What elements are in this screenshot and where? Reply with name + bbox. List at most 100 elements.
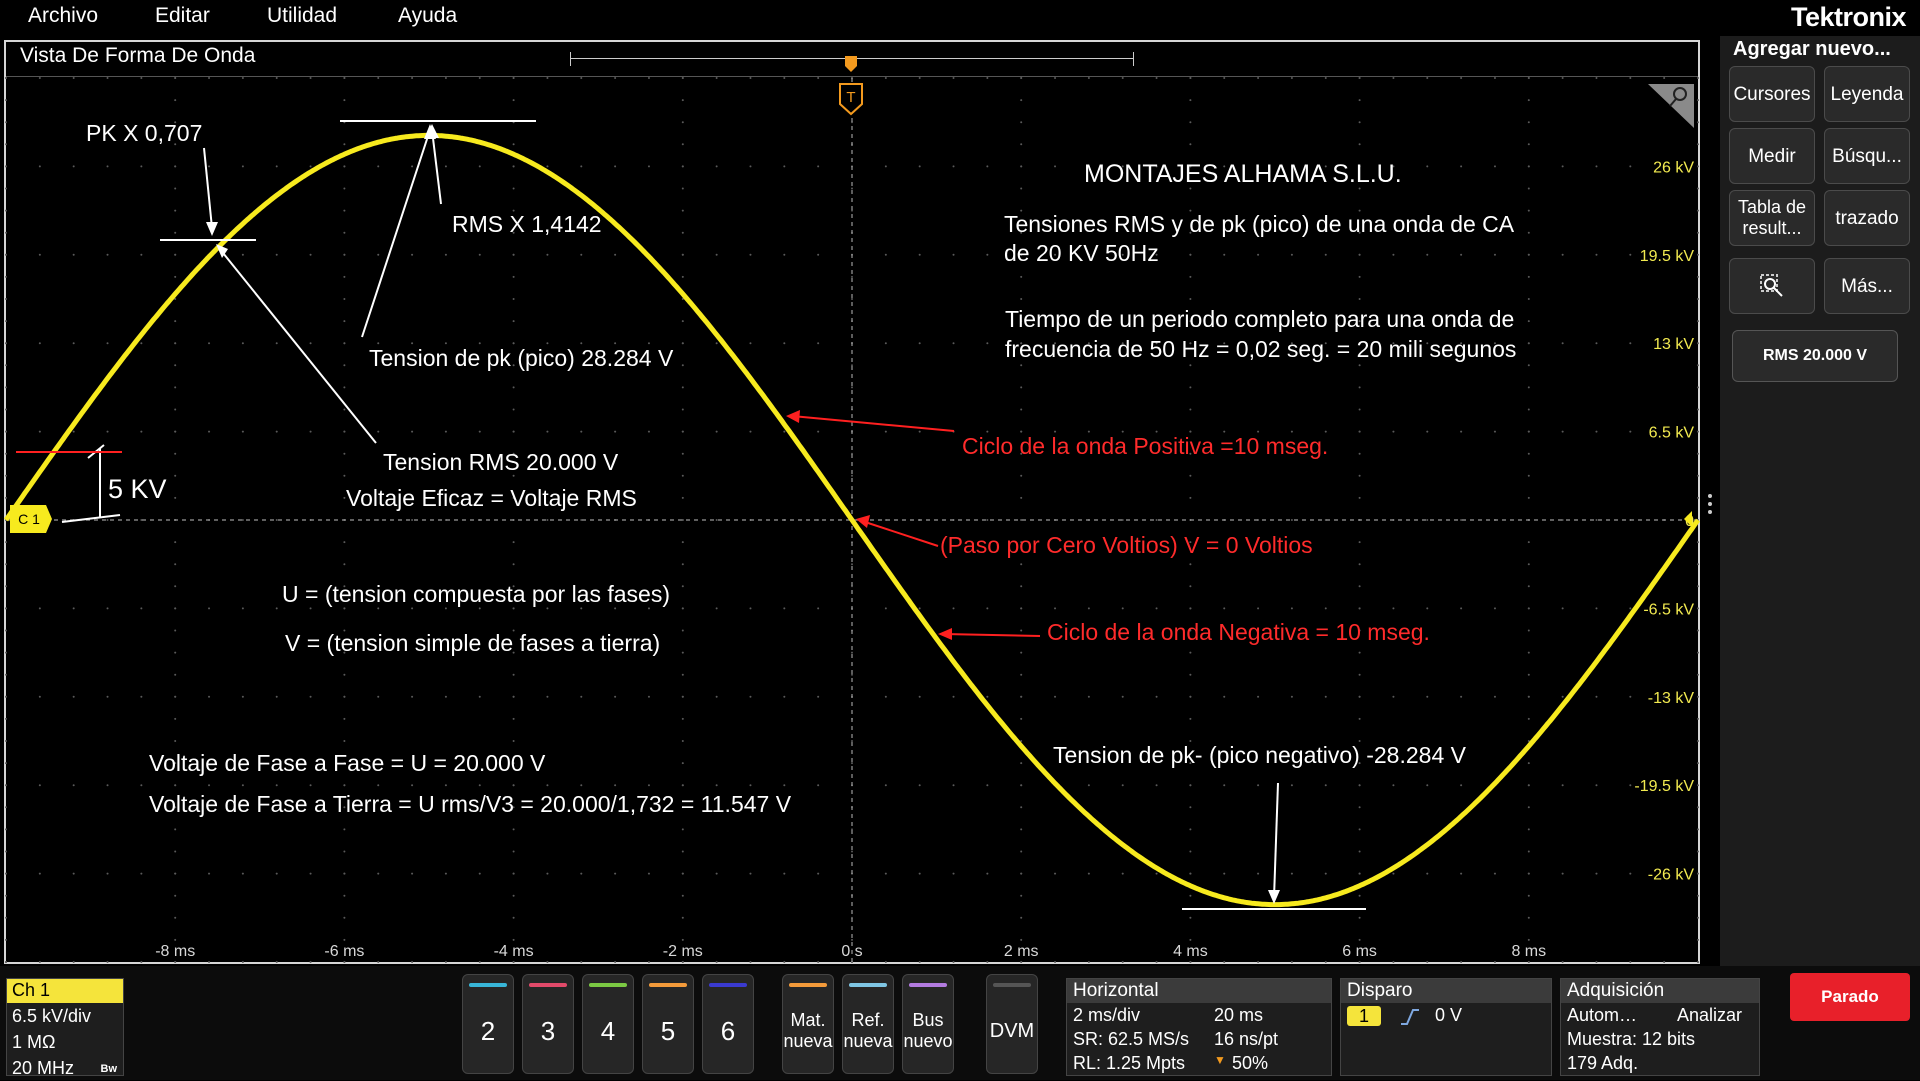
grid-dot bbox=[106, 430, 109, 433]
grid-dot bbox=[241, 77, 244, 79]
horizontal-badge[interactable]: Horizontal 2 ms/div 20 ms SR: 62.5 MS/s … bbox=[1066, 978, 1332, 1076]
results-table-button[interactable]: Tabla de result... bbox=[1729, 190, 1815, 246]
grid-dot bbox=[1595, 253, 1598, 256]
grid-dot bbox=[1697, 386, 1699, 389]
grid-dot bbox=[72, 961, 75, 963]
grid-dot bbox=[1426, 77, 1429, 79]
grid-dot bbox=[377, 695, 380, 698]
channel-4-button[interactable]: 4 bbox=[582, 974, 634, 1074]
grid-dot bbox=[1392, 961, 1395, 963]
grid-dot bbox=[851, 651, 853, 654]
grid-dot bbox=[1121, 872, 1124, 875]
cursors-button[interactable]: Cursores bbox=[1729, 66, 1815, 122]
channel-2-button[interactable]: 2 bbox=[462, 974, 514, 1074]
acquisition-badge[interactable]: Adquisición Autom… Analizar Muestra: 12 … bbox=[1560, 978, 1760, 1076]
grid-dot bbox=[614, 695, 617, 698]
grid-dot bbox=[681, 342, 684, 345]
y-tick-label: -13 kV bbox=[1648, 690, 1695, 707]
grid-dot bbox=[512, 430, 515, 433]
plot-button[interactable]: trazado bbox=[1824, 190, 1910, 246]
grid-dot bbox=[38, 607, 41, 610]
grid-dot bbox=[681, 585, 684, 588]
new-math-button[interactable]: Mat. nueva bbox=[782, 974, 834, 1074]
grid-dot bbox=[411, 77, 414, 79]
channel-5-button[interactable]: 5 bbox=[642, 974, 694, 1074]
grid-dot bbox=[749, 607, 752, 610]
grid-dot bbox=[614, 342, 617, 345]
run-stop-button[interactable]: Parado bbox=[1790, 973, 1910, 1021]
grid-dot bbox=[1629, 695, 1632, 698]
grid-dot bbox=[1561, 695, 1564, 698]
grid-dot bbox=[1697, 143, 1699, 146]
grid-dot bbox=[681, 275, 684, 278]
grid-dot bbox=[343, 828, 346, 831]
grid-dot bbox=[580, 519, 583, 521]
grid-dot bbox=[1358, 651, 1361, 654]
grid-dot bbox=[1460, 872, 1463, 875]
grid-dot bbox=[411, 342, 414, 345]
grid-dot bbox=[918, 430, 921, 433]
grid-dot bbox=[5, 740, 7, 742]
grid-dot bbox=[512, 298, 515, 300]
grid-dot bbox=[5, 695, 7, 698]
grid-dot bbox=[681, 607, 684, 610]
grid-dot bbox=[1020, 143, 1023, 146]
grid-dot bbox=[647, 872, 650, 875]
grid-dot bbox=[783, 695, 786, 698]
channel-6-button[interactable]: 6 bbox=[702, 974, 754, 1074]
grid-dot bbox=[5, 430, 7, 433]
trigger-badge[interactable]: Disparo 1 0 V bbox=[1340, 978, 1552, 1076]
grid-dot bbox=[1189, 717, 1192, 720]
more-button[interactable]: Más... bbox=[1824, 258, 1910, 314]
panel-resize-handle[interactable] bbox=[1706, 492, 1714, 518]
grid-dot bbox=[478, 77, 481, 79]
zoom-search-button[interactable] bbox=[1729, 258, 1815, 314]
grid-dot bbox=[1426, 165, 1429, 168]
search-button[interactable]: Búsqu... bbox=[1824, 128, 1910, 184]
description-line-1: Tensiones RMS y de pk (pico) de una onda… bbox=[1004, 211, 1515, 237]
ch1-badge[interactable]: Ch 1 6.5 kV/div 1 MΩ 20 MHz Bw bbox=[6, 978, 124, 1078]
grid-dot bbox=[817, 165, 820, 168]
grid-dot bbox=[1223, 607, 1226, 610]
grid-dot bbox=[1020, 165, 1023, 168]
grid-dot bbox=[580, 872, 583, 875]
grid-dot bbox=[1290, 695, 1293, 698]
rms-voltage-label: Tension RMS 20.000 V bbox=[383, 449, 619, 475]
grid-dot bbox=[1426, 607, 1429, 610]
grid-dot bbox=[1223, 961, 1226, 963]
grid-dot bbox=[1493, 607, 1496, 610]
grid-dot bbox=[817, 961, 820, 963]
new-ref-button[interactable]: Ref. nueva bbox=[842, 974, 894, 1074]
grid-dot bbox=[817, 607, 820, 610]
grid-dot bbox=[72, 784, 75, 787]
grid-dot bbox=[1527, 364, 1530, 367]
legend-button[interactable]: Leyenda bbox=[1824, 66, 1910, 122]
grid-dot bbox=[1054, 961, 1057, 963]
grid-dot bbox=[241, 784, 244, 787]
grid-dot bbox=[1697, 563, 1699, 566]
grid-dot bbox=[1527, 99, 1530, 102]
grid-dot bbox=[1020, 894, 1023, 897]
grid-dot bbox=[1257, 872, 1260, 875]
grid-dot bbox=[1460, 695, 1463, 698]
grid-dot bbox=[1087, 872, 1090, 875]
x-tick-label: -6 ms bbox=[324, 943, 364, 960]
grid-dot bbox=[106, 519, 109, 521]
grid-dot bbox=[106, 342, 109, 345]
grid-dot bbox=[1697, 342, 1699, 345]
channel-3-button[interactable]: 3 bbox=[522, 974, 574, 1074]
y-tick-label: 19.5 kV bbox=[1640, 248, 1695, 265]
scale-div-label: 5 KV bbox=[108, 474, 167, 504]
rms-measurement-badge[interactable]: RMS 20.000 V bbox=[1732, 330, 1898, 382]
grid-dot bbox=[1189, 99, 1192, 102]
grid-dot bbox=[1392, 784, 1395, 787]
grid-dot bbox=[309, 872, 312, 875]
grid-dot bbox=[174, 430, 177, 433]
grid-dot bbox=[140, 872, 143, 875]
new-bus-button[interactable]: Bus nuevo bbox=[902, 974, 954, 1074]
measure-button[interactable]: Medir bbox=[1729, 128, 1815, 184]
grid-dot bbox=[5, 253, 7, 256]
dvm-button[interactable]: DVM bbox=[986, 974, 1038, 1074]
grid-dot bbox=[681, 165, 684, 168]
grid-dot bbox=[174, 695, 177, 698]
